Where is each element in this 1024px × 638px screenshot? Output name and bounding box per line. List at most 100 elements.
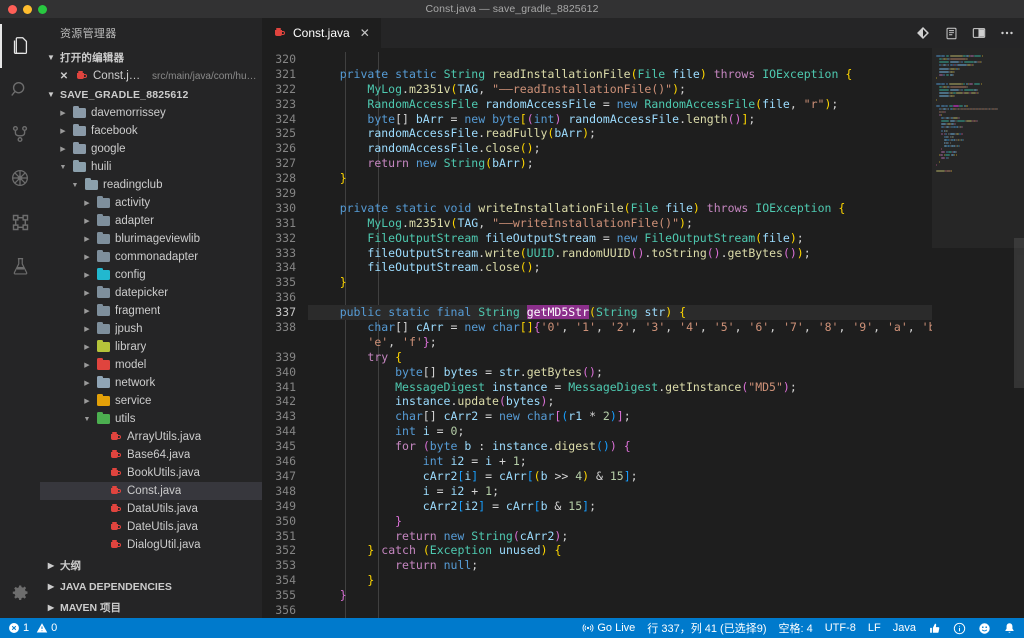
status-feedback[interactable] <box>972 618 997 638</box>
activity-run-debug[interactable] <box>0 156 40 200</box>
preview-icon[interactable] <box>938 20 964 46</box>
ellipsis-icon[interactable] <box>994 20 1020 46</box>
chevron-right-icon[interactable]: ▶ <box>82 253 92 261</box>
tree-file[interactable]: ▶ Const.java <box>40 482 262 500</box>
chevron-right-icon[interactable]: ▶ <box>82 289 92 297</box>
tree-file[interactable]: ▶ DateUtils.java <box>40 518 262 536</box>
code-line[interactable]: instance.update(bytes); <box>308 394 932 409</box>
chevron-right-icon[interactable]: ▶ <box>82 397 92 405</box>
tab-const-java[interactable]: Const.java ✕ <box>262 18 382 48</box>
status-notifications[interactable] <box>997 618 1022 638</box>
tree-file[interactable]: ▶ Base64.java <box>40 446 262 464</box>
code-line[interactable]: int i = 0; <box>308 424 932 439</box>
section-outline[interactable]: ▶ 大纲 <box>40 555 262 576</box>
chevron-right-icon[interactable]: ▶ <box>58 127 68 135</box>
close-icon[interactable]: ✕ <box>58 71 70 82</box>
code-area[interactable]: private static String readInstallationFi… <box>308 48 932 618</box>
tree-folder[interactable]: ▶ model <box>40 356 262 374</box>
chevron-down-icon[interactable]: ▼ <box>82 416 92 423</box>
activity-manage-settings[interactable] <box>0 570 40 614</box>
status-thumbs-up[interactable] <box>922 618 947 638</box>
chevron-right-icon[interactable]: ▶ <box>82 361 92 369</box>
status-go-live[interactable]: Go Live <box>576 618 641 638</box>
explorer-tree[interactable]: ▼ 打开的编辑器 ✕ Const.java src/main/java/com/… <box>40 48 262 555</box>
close-icon[interactable]: ✕ <box>360 26 370 40</box>
tree-folder[interactable]: ▶ facebook <box>40 122 262 140</box>
status-info[interactable] <box>947 618 972 638</box>
code-line[interactable]: 'e', 'f'}; <box>308 335 932 350</box>
tree-folder[interactable]: ▶ google <box>40 140 262 158</box>
diamond-icon[interactable] <box>910 20 936 46</box>
tree-folder[interactable]: ▶ davemorrissey <box>40 104 262 122</box>
chevron-right-icon[interactable]: ▶ <box>58 145 68 153</box>
code-line[interactable]: MyLog.m2351v(TAG, "——writeInstallationFi… <box>308 216 932 231</box>
section-workspace[interactable]: ▼ SAVE_GRADLE_8825612 <box>40 85 262 104</box>
tree-folder[interactable]: ▶ commonadapter <box>40 248 262 266</box>
activity-testing[interactable] <box>0 244 40 288</box>
code-line[interactable]: } <box>308 275 932 290</box>
code-line[interactable]: fileOutputStream.write(UUID.randomUUID()… <box>308 246 932 261</box>
code-line[interactable]: MessageDigest instance = MessageDigest.g… <box>308 380 932 395</box>
code-line[interactable]: randomAccessFile.close(); <box>308 141 932 156</box>
tree-folder[interactable]: ▼ huili <box>40 158 262 176</box>
code-line[interactable]: FileOutputStream fileOutputStream = new … <box>308 231 932 246</box>
status-cursor-position[interactable]: 行 337，列 41 (已选择9) <box>641 618 772 638</box>
section-java-dependencies[interactable]: ▶ JAVA DEPENDENCIES <box>40 576 262 597</box>
code-line[interactable]: } <box>308 514 932 529</box>
chevron-right-icon[interactable]: ▶ <box>82 379 92 387</box>
tree-folder[interactable]: ▶ network <box>40 374 262 392</box>
code-line[interactable]: RandomAccessFile randomAccessFile = new … <box>308 97 932 112</box>
code-line[interactable]: return new String(cArr2); <box>308 529 932 544</box>
section-maven-projects[interactable]: ▶ MAVEN 项目 <box>40 597 262 618</box>
code-line[interactable]: randomAccessFile.readFully(bArr); <box>308 126 932 141</box>
open-editor-item[interactable]: ✕ Const.java src/main/java/com/huili/r..… <box>40 67 262 85</box>
chevron-right-icon[interactable]: ▶ <box>82 307 92 315</box>
tree-file[interactable]: ▶ BookUtils.java <box>40 464 262 482</box>
tree-folder[interactable]: ▶ config <box>40 266 262 284</box>
minimap-slider[interactable] <box>932 48 1024 248</box>
tree-folder[interactable]: ▶ blurimageviewlib <box>40 230 262 248</box>
tree-folder[interactable]: ▶ library <box>40 338 262 356</box>
split-icon[interactable] <box>966 20 992 46</box>
tree-folder[interactable]: ▼ utils <box>40 410 262 428</box>
chevron-right-icon[interactable]: ▶ <box>82 325 92 333</box>
code-line[interactable] <box>308 603 932 618</box>
tree-folder[interactable]: ▶ service <box>40 392 262 410</box>
code-line[interactable]: public static final String getMD5Str(Str… <box>308 305 932 321</box>
code-line[interactable]: return new String(bArr); <box>308 156 932 171</box>
scrollbar-thumb[interactable] <box>1014 238 1024 388</box>
editor-content[interactable]: 320 321 322 323 324 325 326 327 328 329 330 331 332 3… <box>262 48 1024 618</box>
tree-file[interactable]: ▶ ArrayUtils.java <box>40 428 262 446</box>
status-language-mode[interactable]: Java <box>887 618 922 638</box>
source-code[interactable]: private static String readInstallationFi… <box>308 48 932 618</box>
file-tree[interactable]: ▶ davemorrissey ▶ facebook ▶ google ▼ huili ▼ rea… <box>40 104 262 555</box>
code-line[interactable] <box>308 52 932 67</box>
code-line[interactable]: char[] cArr2 = new char[(r1 * 2)]; <box>308 409 932 424</box>
code-line[interactable]: cArr2[i2] = cArr[b & 15]; <box>308 499 932 514</box>
status-encoding[interactable]: UTF-8 <box>819 618 862 638</box>
activity-search[interactable] <box>0 68 40 112</box>
code-line[interactable]: private static String readInstallationFi… <box>308 67 932 82</box>
chevron-down-icon[interactable]: ▼ <box>70 182 80 189</box>
chevron-right-icon[interactable]: ▶ <box>82 343 92 351</box>
code-line[interactable]: MyLog.m2351v(TAG, "——readInstallationFil… <box>308 82 932 97</box>
code-line[interactable]: } <box>308 573 932 588</box>
code-line[interactable] <box>308 290 932 305</box>
activity-extensions[interactable] <box>0 200 40 244</box>
status-indentation[interactable]: 空格: 4 <box>773 618 819 638</box>
tree-file[interactable]: ▶ DataUtils.java <box>40 500 262 518</box>
tree-folder[interactable]: ▼ readingclub <box>40 176 262 194</box>
code-line[interactable]: char[] cArr = new char[]{'0', '1', '2', … <box>308 320 932 335</box>
chevron-down-icon[interactable]: ▼ <box>58 164 68 171</box>
tree-folder[interactable]: ▶ datepicker <box>40 284 262 302</box>
code-line[interactable]: } <box>308 171 932 186</box>
tree-folder[interactable]: ▶ fragment <box>40 302 262 320</box>
tree-folder[interactable]: ▶ jpush <box>40 320 262 338</box>
editor-scrollbar[interactable] <box>1014 48 1024 618</box>
status-eol[interactable]: LF <box>862 618 887 638</box>
chevron-right-icon[interactable]: ▶ <box>82 235 92 243</box>
code-line[interactable] <box>308 186 932 201</box>
chevron-right-icon[interactable]: ▶ <box>82 217 92 225</box>
code-line[interactable]: } catch (Exception unused) { <box>308 543 932 558</box>
activity-explorer[interactable] <box>0 24 40 68</box>
